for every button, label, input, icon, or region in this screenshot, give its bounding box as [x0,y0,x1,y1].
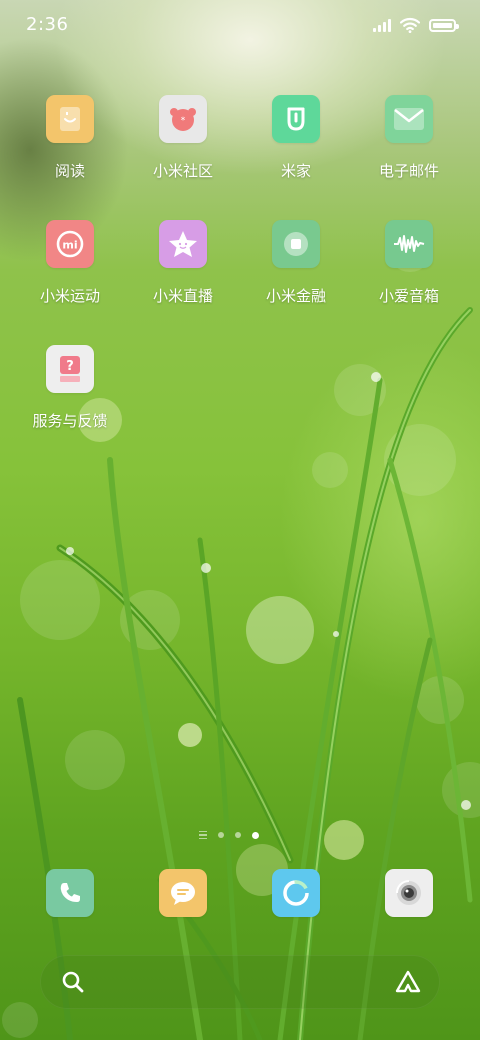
wifi-icon [400,17,420,33]
signal-icon [373,18,391,32]
status-bar: 2:36 [0,0,480,50]
app-reading[interactable]: 阅读 [14,95,126,205]
service-feedback-icon: ? [46,345,94,393]
app-xiaoai-speaker[interactable]: 小爱音箱 [353,220,465,330]
app-mijia[interactable]: 米家 [240,95,352,205]
messages-icon [159,869,207,917]
app-mi-finance[interactable]: 小米金融 [240,220,352,330]
mijia-icon [272,95,320,143]
mail-icon [385,95,433,143]
app-mi-fit[interactable]: mi 小米运动 [14,220,126,330]
app-label: 服务与反馈 [32,412,108,430]
assistant-icon[interactable] [394,969,422,995]
page-dot [235,832,241,838]
search-icon[interactable] [60,969,86,995]
app-mi-live[interactable]: 小米直播 [127,220,239,330]
page-dot [218,832,224,838]
mi-finance-icon [272,220,320,268]
svg-text:*: * [181,116,186,126]
battery-icon [429,18,459,32]
search-bar[interactable] [40,955,440,1009]
app-mail[interactable]: 电子邮件 [353,95,465,205]
reading-icon [46,95,94,143]
app-label: 小米社区 [152,162,213,180]
page-indicator [199,830,269,840]
home-page-indicator [199,830,207,840]
mi-community-icon: * [159,95,207,143]
mi-live-icon [159,220,207,268]
app-label: 电子邮件 [378,162,439,180]
app-label: 阅读 [54,162,85,180]
app-mi-community[interactable]: * 小米社区 [127,95,239,205]
app-label: 小爱音箱 [378,287,439,305]
mi-fit-icon: mi [46,220,94,268]
page-dot-active [252,831,259,839]
svg-text:?: ? [66,359,74,374]
app-label: 小米运动 [39,287,100,305]
app-label: 米家 [280,162,311,180]
browser-icon [272,869,320,917]
status-time: 2:36 [26,14,69,35]
svg-text:mi: mi [62,239,77,252]
app-service-feedback[interactable]: ? 服务与反馈 [14,345,126,455]
home-screen: 2:36 阅读 * 小米社区 米家 电子邮件 mi 小米运动 小米直播 小米金融… [0,0,480,1040]
status-icons [373,14,459,36]
camera-icon [385,869,433,917]
xiaoai-speaker-icon [385,220,433,268]
phone-icon [46,869,94,917]
app-label: 小米直播 [152,287,213,305]
app-label: 小米金融 [265,287,326,305]
